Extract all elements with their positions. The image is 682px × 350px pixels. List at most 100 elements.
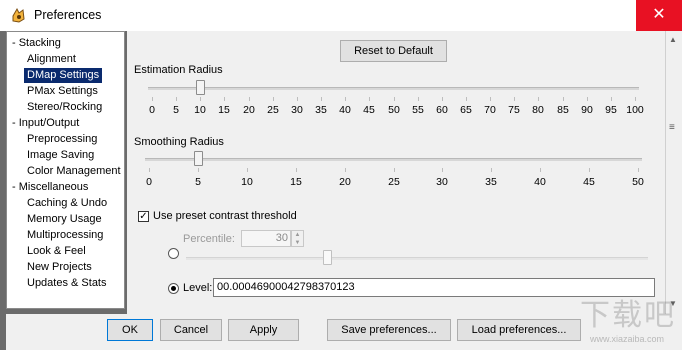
percentile-stepper[interactable]: ▲ ▼ — [291, 230, 304, 247]
watermark-url: www.xiazaiba.com — [589, 334, 664, 344]
smoothing-radius-label: Smoothing Radius — [134, 136, 224, 148]
slider-tick-label: 40 — [534, 176, 546, 188]
apply-button[interactable]: Apply — [228, 319, 299, 341]
tree-item[interactable]: Look & Feel — [27, 244, 86, 259]
percentile-label: Percentile: — [183, 233, 235, 245]
slider-tick — [321, 97, 322, 101]
slider-tick-label: 20 — [339, 176, 351, 188]
watermark-logo: 下载吧 — [580, 298, 676, 333]
slider-tick — [247, 168, 248, 172]
tree-item[interactable]: Color Management — [27, 164, 121, 179]
slider-tick — [563, 97, 564, 101]
slider-tick-label: 35 — [485, 176, 497, 188]
slider-tick — [442, 168, 443, 172]
tree-item[interactable]: Memory Usage — [27, 212, 102, 227]
slider-tick — [394, 97, 395, 101]
tree-item[interactable]: New Projects — [27, 260, 92, 275]
slider-tick-label: 25 — [267, 104, 279, 116]
slider-tick-label: 60 — [436, 104, 448, 116]
slider-tick-label: 35 — [315, 104, 327, 116]
slider-tick-label: 75 — [508, 104, 520, 116]
slider-tick — [200, 97, 201, 101]
tree-item[interactable]: Stereo/Rocking — [27, 100, 102, 115]
slider-tick — [589, 168, 590, 172]
tree-item[interactable]: Alignment — [27, 52, 76, 67]
slider-tick-label: 45 — [363, 104, 375, 116]
slider-tick-label: 90 — [581, 104, 593, 116]
scroll-up-icon[interactable]: ▲ — [669, 35, 677, 44]
level-radio-dot — [171, 286, 176, 291]
settings-tree[interactable]: - Stacking Alignment DMap Settings PMax Set… — [6, 31, 125, 309]
slider-tick-label: 15 — [218, 104, 230, 116]
slider-tick — [418, 97, 419, 101]
percentile-slider-thumb[interactable] — [323, 250, 332, 265]
slider-tick — [198, 168, 199, 172]
slider-tick-label: 30 — [291, 104, 303, 116]
window-title: Preferences — [34, 8, 102, 22]
tree-item[interactable]: Updates & Stats — [27, 276, 107, 291]
slider-tick-label: 45 — [583, 176, 595, 188]
slider-tick — [638, 168, 639, 172]
slider-tick — [345, 168, 346, 172]
slider-tick — [514, 97, 515, 101]
tree-item[interactable]: Caching & Undo — [27, 196, 107, 211]
slider-tick-label: 0 — [149, 104, 155, 116]
tree-item[interactable]: - Input/Output — [12, 116, 79, 131]
tree-item[interactable]: Preprocessing — [27, 132, 97, 147]
percentile-input[interactable]: 30 — [241, 230, 291, 247]
slider-tick — [176, 97, 177, 101]
level-label: Level: — [183, 282, 213, 294]
slider-tick — [394, 168, 395, 172]
slider-tick — [345, 97, 346, 101]
tree-item[interactable]: PMax Settings — [27, 84, 98, 99]
vertical-scrollbar[interactable]: ▲ ≡ ▼ — [665, 31, 682, 314]
slider-tick-label: 50 — [632, 176, 644, 188]
slider-tick — [490, 97, 491, 101]
cancel-button[interactable]: Cancel — [160, 319, 222, 341]
slider-tick — [442, 97, 443, 101]
slider-track — [145, 158, 642, 161]
slider-tick-label: 10 — [241, 176, 253, 188]
slider-tick — [297, 97, 298, 101]
slider-tick-label: 85 — [557, 104, 569, 116]
scroll-grip-icon[interactable]: ≡ — [669, 123, 678, 133]
preset-contrast-label: Use preset contrast threshold — [153, 210, 297, 222]
slider-tick-label: 100 — [626, 104, 644, 116]
slider-tick — [538, 97, 539, 101]
slider-tick-label: 50 — [388, 104, 400, 116]
settings-panel: Reset to Default Estimation Radius 0 5 10 1… — [127, 31, 665, 314]
ok-button[interactable]: OK — [107, 319, 153, 341]
load-preferences-button[interactable]: Load preferences... — [457, 319, 581, 341]
title-bar: Preferences ✕ — [0, 0, 682, 32]
save-preferences-button[interactable]: Save preferences... — [327, 319, 451, 341]
slider-tick-label: 15 — [290, 176, 302, 188]
tree-item[interactable]: DMap Settings — [24, 68, 103, 83]
level-radio[interactable] — [168, 283, 179, 294]
close-button[interactable]: ✕ — [636, 0, 682, 31]
slider-tick — [587, 97, 588, 101]
slider-tick-label: 70 — [484, 104, 496, 116]
slider-tick-label: 5 — [195, 176, 201, 188]
percentile-radio[interactable] — [168, 248, 179, 259]
slider-thumb[interactable] — [196, 80, 205, 95]
slider-tick — [466, 97, 467, 101]
slider-tick-label: 65 — [460, 104, 472, 116]
slider-tick — [635, 97, 636, 101]
slider-tick — [249, 97, 250, 101]
slider-tick-label: 55 — [412, 104, 424, 116]
slider-tick — [540, 168, 541, 172]
slider-track — [148, 87, 639, 90]
tree-item[interactable]: Image Saving — [27, 148, 94, 163]
tree-item[interactable]: - Stacking — [12, 36, 61, 51]
slider-tick-label: 95 — [605, 104, 617, 116]
preset-contrast-checkbox[interactable]: ✓ — [138, 211, 149, 222]
tree-item[interactable]: Multiprocessing — [27, 228, 103, 243]
reset-to-default-button[interactable]: Reset to Default — [340, 40, 447, 62]
slider-tick — [491, 168, 492, 172]
slider-tick-label: 10 — [194, 104, 206, 116]
slider-thumb[interactable] — [194, 151, 203, 166]
slider-tick — [152, 97, 153, 101]
slider-tick — [296, 168, 297, 172]
tree-item[interactable]: - Miscellaneous — [12, 180, 88, 195]
slider-tick — [224, 97, 225, 101]
